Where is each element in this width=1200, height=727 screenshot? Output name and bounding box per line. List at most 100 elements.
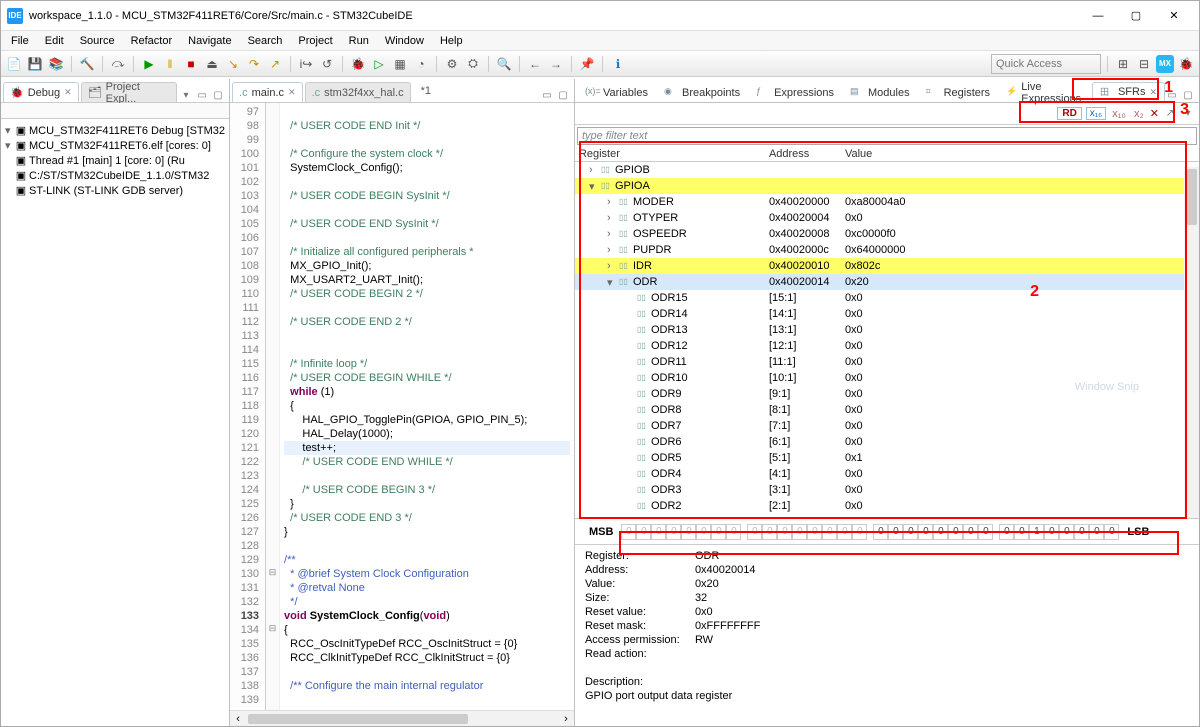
bit-cell[interactable]: 0 [888,524,903,540]
debug-icon[interactable]: 🐞 [349,55,367,73]
tab-project-explorer[interactable]: 🗂Project Expl... [81,82,177,102]
instr-step-icon[interactable]: i↪ [297,55,315,73]
close-button[interactable]: ✕ [1155,3,1193,29]
bit-cell[interactable]: 0 [681,524,696,540]
menu-source[interactable]: Source [72,33,123,49]
editor-hscrollbar[interactable]: ‹ › [230,710,574,726]
minimize-view-icon[interactable]: ▭ [195,88,209,102]
menu-run[interactable]: Run [341,33,377,49]
perspective-mx-icon[interactable]: MX [1156,55,1174,73]
nav-fwd-icon[interactable]: → [547,55,565,73]
register-row[interactable]: ›▯▯ IDR0x400200100x802c [575,258,1199,274]
bit-cell[interactable]: 0 [1074,524,1089,540]
reset-icon[interactable]: ↺ [318,55,336,73]
tab-debug[interactable]: 🐞Debug✕ [3,82,79,102]
bit-cell[interactable]: 0 [726,524,741,540]
tab-hal-c[interactable]: .cstm32f4xx_hal.c [305,82,411,102]
bit-cell[interactable]: 0 [1044,524,1059,540]
bit-cell[interactable]: 0 [792,524,807,540]
bit-cell[interactable]: 0 [999,524,1014,540]
stepover-icon[interactable]: ↷ [245,55,263,73]
maximize-view-icon[interactable]: ▢ [211,88,225,102]
bit-cell[interactable]: 0 [651,524,666,540]
ext-tools-icon[interactable]: ⚙ [443,55,461,73]
bit-cell[interactable]: 0 [636,524,651,540]
disconnect-icon[interactable]: ⏏ [203,55,221,73]
new-icon[interactable]: 📄 [5,55,23,73]
rd-button[interactable]: RD [1057,107,1081,120]
open-external-icon[interactable]: ↗ [1163,107,1177,121]
view-menu-icon[interactable]: ▾ [179,88,193,102]
quick-access-input[interactable]: Quick Access [991,54,1101,74]
bit-cell[interactable]: 0 [711,524,726,540]
viewtab-breakpoints[interactable]: ◉Breakpoints [656,82,748,102]
tab-main-c[interactable]: .cmain.c✕ [232,82,303,102]
register-row[interactable]: ▾▯▯ ODR0x400200140x20 [575,274,1199,290]
code-area[interactable]: /* USER CODE END Init */ /* Configure th… [280,103,574,710]
bit-cell[interactable]: 0 [963,524,978,540]
menu-refactor[interactable]: Refactor [123,33,181,49]
bit-cell[interactable]: 0 [873,524,888,540]
register-row[interactable]: ›▯▯ GPIOB [575,162,1199,178]
debug-tree[interactable]: ▾▣MCU_STM32F411RET6 Debug [STM32▾▣MCU_ST… [1,119,229,202]
viewtab-modules[interactable]: ▤Modules [842,82,918,102]
more-tabs-indicator[interactable]: *1 [413,85,439,97]
bit-cell[interactable]: 0 [1089,524,1104,540]
register-vscrollbar[interactable] [1184,167,1199,518]
register-row[interactable]: ▯▯ ODR14[14:1]0x0 [575,306,1199,322]
perspective-debug-icon[interactable]: ⊟ [1135,55,1153,73]
register-row[interactable]: ▯▯ ODR8[8:1]0x0 [575,402,1199,418]
resume-icon[interactable]: ▶ [140,55,158,73]
menu-search[interactable]: Search [240,33,291,49]
register-row[interactable]: ›▯▯ MODER0x400200000xa80004a0 [575,194,1199,210]
maximize-view-icon[interactable]: ▢ [1181,88,1195,102]
register-row[interactable]: ▯▯ ODR3[3:1]0x0 [575,482,1199,498]
delete-icon[interactable]: ✕ [1150,107,1159,120]
close-icon[interactable]: ✕ [64,87,72,98]
viewtab-registers[interactable]: ⌗Registers [918,82,998,102]
tree-item[interactable]: ▾▣MCU_STM32F411RET6 Debug [STM32 [5,123,225,138]
terminate-icon[interactable]: ■ [182,55,200,73]
save-icon[interactable]: 💾 [26,55,44,73]
menu-file[interactable]: File [3,33,37,49]
gear-icon[interactable]: ⛭ [464,55,482,73]
bit-cell[interactable]: 0 [1059,524,1074,540]
viewtab-variables[interactable]: (x)=Variables [577,82,656,102]
menu-help[interactable]: Help [432,33,471,49]
register-row[interactable]: ›▯▯ PUPDR0x4002000c0x64000000 [575,242,1199,258]
close-icon[interactable]: ✕ [288,87,296,98]
register-row[interactable]: ▯▯ ODR7[7:1]0x0 [575,418,1199,434]
bit-cell[interactable]: 0 [696,524,711,540]
bit-cell[interactable]: 0 [837,524,852,540]
bit-cell[interactable]: 0 [852,524,867,540]
minimize-button[interactable]: ― [1079,3,1117,29]
register-row[interactable]: ▯▯ ODR15[15:1]0x0 [575,290,1199,306]
tree-item[interactable]: ▣ST-LINK (ST-LINK GDB server) [5,183,225,198]
suspend-icon[interactable]: ‖ [161,55,179,73]
col-register[interactable]: Register [575,147,765,161]
register-row[interactable]: ▯▯ ODR11[11:1]0x0 [575,354,1199,370]
viewtab-sfrs[interactable]: ⽥SFRs ✕ [1092,82,1165,102]
search-icon[interactable]: 🔍 [495,55,513,73]
register-row[interactable]: ▯▯ ODR2[2:1]0x0 [575,498,1199,514]
run-icon[interactable]: ▷ [370,55,388,73]
col-value[interactable]: Value [841,147,991,161]
fold-column[interactable]: ⊟⊟ [266,103,280,710]
info-icon[interactable]: ℹ [609,55,627,73]
view-menu-icon[interactable]: ▾ [1181,107,1195,121]
register-row[interactable]: ▾▯▯ GPIOA [575,178,1199,194]
tree-item[interactable]: ▣C:/ST/STM32CubeIDE_1.1.0/STM32 [5,168,225,183]
profile-icon[interactable]: ◔ [412,55,430,73]
register-row[interactable]: ▯▯ ODR6[6:1]0x0 [575,434,1199,450]
menu-project[interactable]: Project [290,33,340,49]
bit-cell[interactable]: 0 [978,524,993,540]
bit-cell[interactable]: 0 [762,524,777,540]
perspective-debug2-icon[interactable]: 🐞 [1177,55,1195,73]
register-row[interactable]: ›▯▯ OSPEEDR0x400200080xc0000f0 [575,226,1199,242]
bit-cell[interactable]: 0 [777,524,792,540]
viewtab-expressions[interactable]: ƒExpressions [748,82,842,102]
build-icon[interactable]: 🔨 [78,55,96,73]
bit-cell[interactable]: 0 [918,524,933,540]
bin-button[interactable]: x₂ [1132,108,1146,120]
perspective-cpp-icon[interactable]: ⊞ [1114,55,1132,73]
